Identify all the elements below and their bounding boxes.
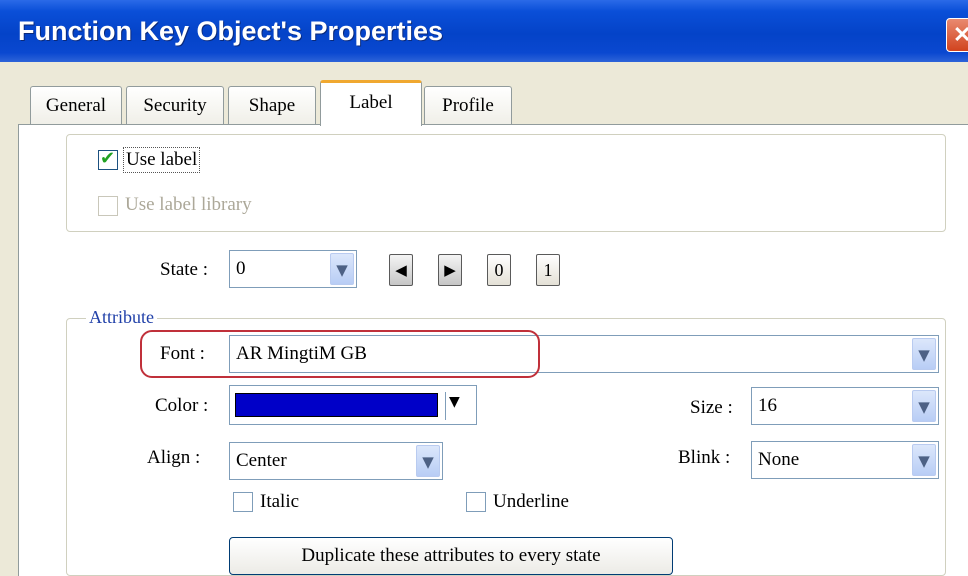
underline-label: Underline [493, 491, 569, 512]
use-label-library-checkbox[interactable] [98, 196, 118, 216]
duplicate-attributes-button[interactable]: Duplicate these attributes to every stat… [229, 537, 673, 575]
chevron-down-icon[interactable]: ▼ [912, 444, 936, 476]
color-label: Color : [155, 395, 209, 416]
state-value: 0 [236, 258, 246, 279]
italic-checkbox[interactable] [233, 492, 253, 512]
state-select[interactable]: 0 ▼ [229, 250, 357, 288]
blink-label: Blink : [678, 447, 731, 468]
color-picker[interactable]: ▼ [229, 385, 477, 425]
use-label-label[interactable]: Use label [123, 147, 201, 173]
color-picker-divider [445, 392, 446, 420]
align-label: Align : [147, 447, 201, 468]
size-value: 16 [758, 395, 777, 416]
tab-profile[interactable]: Profile [424, 86, 512, 124]
tab-label[interactable]: Label [320, 80, 422, 126]
state-1-button[interactable]: 1 [536, 254, 560, 286]
tab-general[interactable]: General [30, 86, 122, 124]
chevron-down-icon[interactable]: ▼ [416, 445, 440, 477]
size-select[interactable]: 16 ▼ [751, 387, 939, 425]
close-button[interactable]: ✕ [946, 18, 968, 52]
previous-state-button[interactable]: ◀ [389, 254, 413, 286]
chevron-down-icon[interactable]: ▼ [330, 253, 354, 285]
close-icon: ✕ [953, 22, 968, 47]
chevron-down-icon[interactable]: ▼ [912, 338, 936, 370]
use-label-checkbox[interactable]: ✔ [98, 148, 118, 170]
blink-select[interactable]: None ▼ [751, 441, 939, 479]
italic-label: Italic [260, 491, 300, 512]
size-label: Size : [690, 397, 733, 418]
color-swatch [235, 393, 438, 417]
next-state-button[interactable]: ▶ [438, 254, 462, 286]
underline-checkbox[interactable] [466, 492, 486, 512]
use-label-library-label: Use label library [125, 194, 252, 215]
attribute-group-title: Attribute [86, 306, 157, 328]
window-title: Function Key Object's Properties [18, 16, 444, 46]
checkmark-icon: ✔ [100, 148, 116, 169]
tab-shape[interactable]: Shape [228, 86, 316, 124]
font-select[interactable]: AR MingtiM GB ▼ [229, 335, 939, 373]
font-value: AR MingtiM GB [236, 343, 367, 364]
title-bar: Function Key Object's Properties ✕ [0, 0, 968, 62]
chevron-down-icon[interactable]: ▼ [912, 390, 936, 422]
blink-value: None [758, 449, 800, 470]
align-value: Center [236, 450, 287, 471]
chevron-down-icon[interactable]: ▼ [449, 394, 460, 410]
font-label: Font : [160, 343, 205, 364]
align-select[interactable]: Center ▼ [229, 442, 443, 480]
state-label: State : [160, 259, 209, 280]
state-0-button[interactable]: 0 [487, 254, 511, 286]
window-frame [0, 62, 18, 576]
tab-security[interactable]: Security [126, 86, 224, 124]
